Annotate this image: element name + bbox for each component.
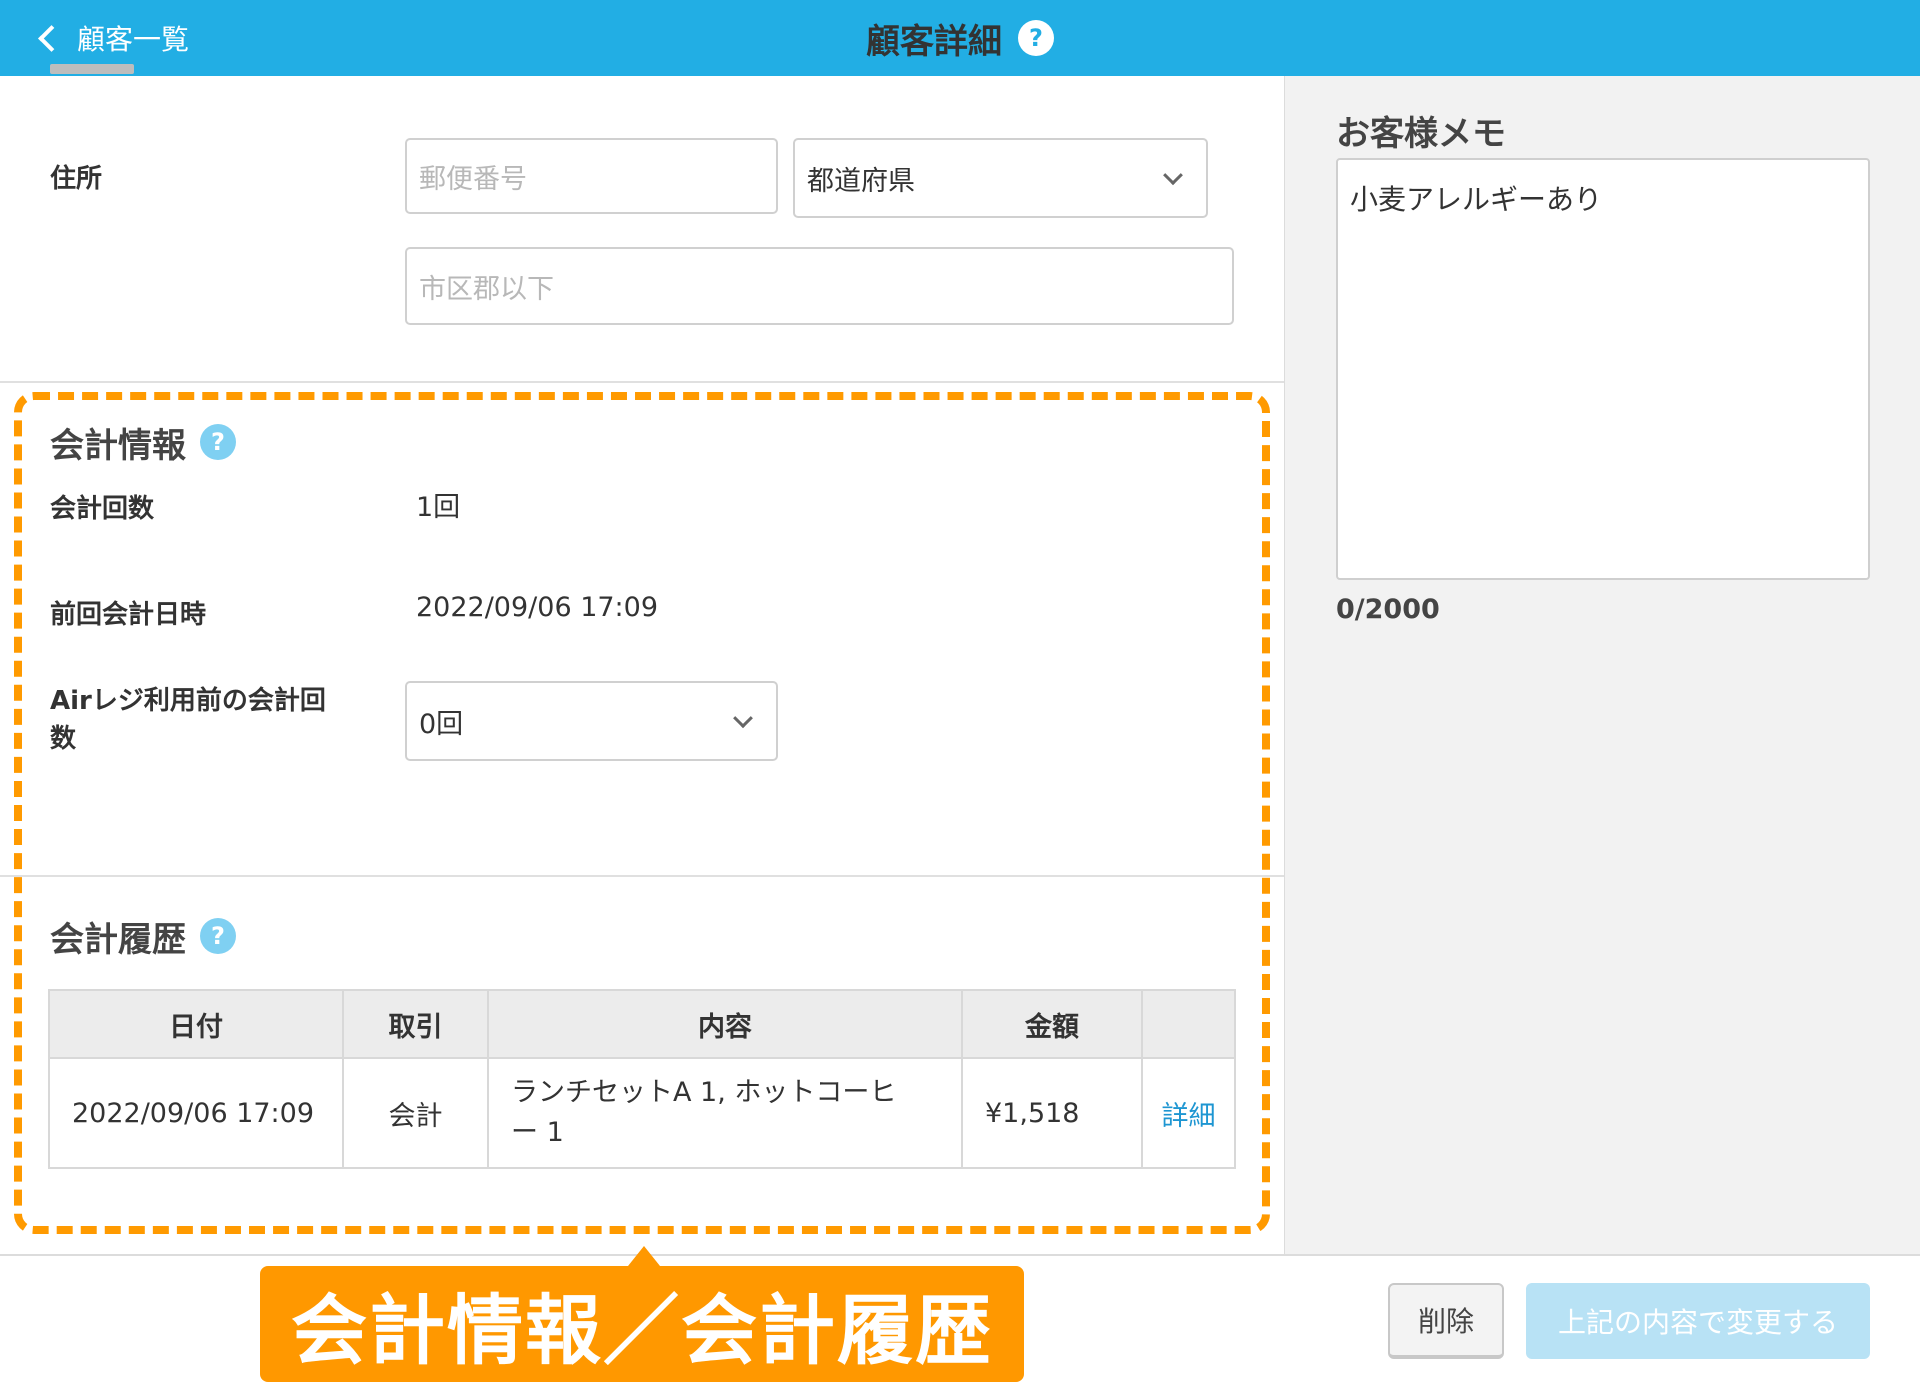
panel-divider [1284,76,1285,1254]
postal-code-input[interactable]: 郵便番号 [405,138,778,214]
delete-button[interactable]: 削除 [1388,1283,1504,1359]
memo-char-count: 0/2000 [1336,594,1440,625]
save-changes-button[interactable]: 上記の内容で変更する [1526,1283,1870,1359]
city-input[interactable]: 市区郡以下 [405,247,1234,325]
back-button[interactable]: 顧客一覧 [34,14,189,62]
postal-code-placeholder: 郵便番号 [419,163,527,195]
prefecture-select[interactable]: 都道府県 [793,138,1208,218]
page-title-text: 顧客詳細 [866,21,1002,62]
callout-label: 会計情報／会計履歴 [260,1266,1024,1382]
address-label: 住所 [50,164,103,194]
prefecture-value: 都道府県 [807,165,915,197]
callout-pointer [628,1246,660,1266]
section-divider [0,381,1284,383]
page-title: 顧客詳細 ? [0,0,1920,76]
back-label: 顧客一覧 [77,23,190,56]
cutoff-label-fragment [50,58,134,76]
memo-label: お客様メモ [1336,114,1506,154]
help-icon[interactable]: ? [1018,20,1054,56]
chevron-left-icon [38,24,65,52]
highlight-frame [14,392,1270,1234]
chevron-down-icon [1163,165,1183,186]
memo-textarea[interactable]: 小麦アレルギーあり [1336,158,1870,580]
city-placeholder: 市区郡以下 [419,273,554,305]
